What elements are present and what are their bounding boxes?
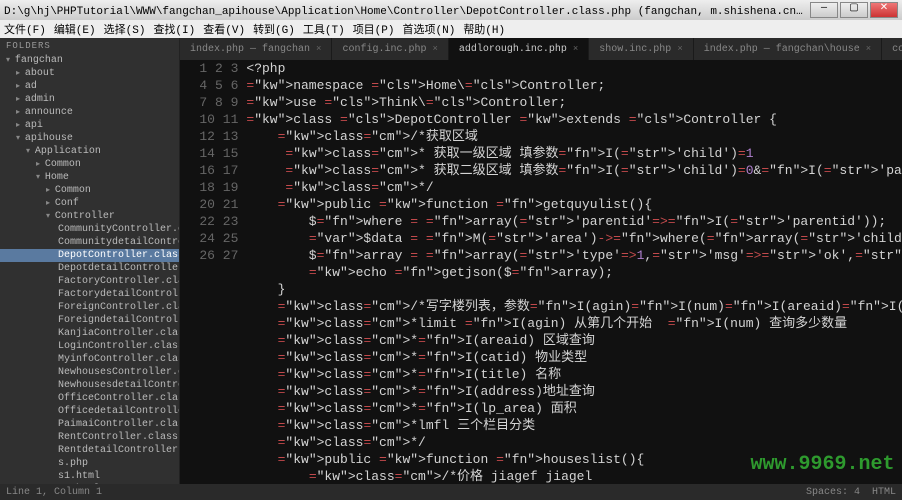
file-item[interactable]: FactoryController.class.php bbox=[0, 275, 179, 288]
editor-pane: index.php — fangchan×config.inc.php×addl… bbox=[180, 38, 902, 484]
folder-item[interactable]: announce bbox=[0, 106, 179, 119]
file-item[interactable]: PaimaiController.class.php bbox=[0, 418, 179, 431]
folder-item[interactable]: ad bbox=[0, 80, 179, 93]
editor-tab[interactable]: config.php× bbox=[882, 38, 902, 60]
folder-item[interactable]: Common bbox=[0, 184, 179, 197]
code-lines[interactable]: <?php ="kw">namespace ="cls">Home\="cls"… bbox=[246, 60, 902, 484]
file-item[interactable]: RentdetailController.class.php bbox=[0, 444, 179, 457]
tab-label: addlorough.inc.php bbox=[459, 44, 567, 55]
file-item[interactable]: s1.html bbox=[0, 470, 179, 483]
close-icon[interactable]: × bbox=[677, 44, 682, 54]
maximize-button[interactable]: ▢ bbox=[840, 2, 868, 18]
close-icon[interactable]: × bbox=[432, 44, 437, 54]
minimize-button[interactable]: — bbox=[810, 2, 838, 18]
file-item[interactable]: OfficeController.class.php bbox=[0, 392, 179, 405]
close-button[interactable]: ✕ bbox=[870, 2, 898, 18]
window-titlebar: D:\g\hj\PHPTutorial\WWW\fangchan_apihous… bbox=[0, 0, 902, 20]
close-icon[interactable]: × bbox=[316, 44, 321, 54]
folder-item[interactable]: api bbox=[0, 119, 179, 132]
editor-tab[interactable]: addlorough.inc.php × bbox=[449, 38, 589, 60]
file-item[interactable]: FactorydetailController.class.php bbox=[0, 288, 179, 301]
menubar: 文件(F) 编辑(E) 选择(S) 查找(I) 查看(V) 转到(G) 工具(T) 项目(P)… bbox=[0, 20, 902, 38]
statusbar: Line 1, Column 1 Spaces: 4 HTML bbox=[0, 484, 902, 500]
folder-tree: fangchanaboutadadminannounceapiapihouseA… bbox=[0, 54, 179, 484]
file-item[interactable]: MyinfoController.class.php bbox=[0, 353, 179, 366]
menu-item[interactable]: 帮助(H) bbox=[463, 21, 505, 37]
folder-item[interactable]: apihouse bbox=[0, 132, 179, 145]
menu-item[interactable]: 编辑(E) bbox=[54, 21, 96, 37]
file-item[interactable]: DepotdetailController.class.php bbox=[0, 262, 179, 275]
file-item[interactable]: ForeigndetailController.class.php bbox=[0, 314, 179, 327]
folder-item[interactable]: Common bbox=[0, 158, 179, 171]
file-item[interactable]: OfficedetailController.class.php bbox=[0, 405, 179, 418]
tab-label: show.inc.php bbox=[599, 44, 671, 55]
close-icon[interactable]: × bbox=[573, 44, 578, 54]
editor-tab[interactable]: show.inc.php × bbox=[589, 38, 693, 60]
menu-item[interactable]: 项目(P) bbox=[353, 21, 395, 37]
file-item[interactable]: NewhousesController.class.php bbox=[0, 366, 179, 379]
tab-label: index.php — fangchan bbox=[190, 44, 310, 55]
tab-label: config.inc.php bbox=[342, 44, 426, 55]
tab-label: config.php bbox=[892, 44, 902, 55]
status-language[interactable]: HTML bbox=[872, 487, 896, 498]
folder-item[interactable]: Conf bbox=[0, 197, 179, 210]
folder-item[interactable]: Controller bbox=[0, 210, 179, 223]
menu-item[interactable]: 查看(V) bbox=[203, 21, 245, 37]
file-item[interactable]: KanjiaController.class.php bbox=[0, 327, 179, 340]
folder-item[interactable]: Home bbox=[0, 171, 179, 184]
file-item[interactable]: CommunityController.class.php bbox=[0, 223, 179, 236]
window-title: D:\g\hj\PHPTutorial\WWW\fangchan_apihous… bbox=[4, 2, 808, 18]
file-item[interactable]: ForeignController.class.php bbox=[0, 301, 179, 314]
menu-item[interactable]: 查找(I) bbox=[153, 21, 195, 37]
file-item[interactable]: RentController.class.php bbox=[0, 431, 179, 444]
sidebar-title: FOLDERS bbox=[0, 38, 179, 54]
menu-item[interactable]: 工具(T) bbox=[303, 21, 345, 37]
folder-item[interactable]: fangchan bbox=[0, 54, 179, 67]
editor-tab[interactable]: index.php — fangchan × bbox=[180, 38, 332, 60]
file-item[interactable]: LoginController.class.php bbox=[0, 340, 179, 353]
menu-item[interactable]: 转到(G) bbox=[253, 21, 295, 37]
code-area[interactable]: 1 2 3 4 5 6 7 8 9 10 11 12 13 14 15 16 1… bbox=[180, 60, 902, 484]
folder-item[interactable]: admin bbox=[0, 93, 179, 106]
file-item[interactable]: NewhousesdetailController.class.php bbox=[0, 379, 179, 392]
menu-item[interactable]: 文件(F) bbox=[4, 21, 46, 37]
folder-item[interactable]: about bbox=[0, 67, 179, 80]
editor-tab[interactable]: index.php — fangchan\house × bbox=[694, 38, 882, 60]
sidebar: FOLDERS fangchanaboutadadminannounceapia… bbox=[0, 38, 180, 484]
status-spaces[interactable]: Spaces: 4 bbox=[806, 487, 860, 498]
status-position: Line 1, Column 1 bbox=[6, 487, 102, 498]
file-item[interactable]: s.php bbox=[0, 457, 179, 470]
editor-tab[interactable]: config.inc.php × bbox=[332, 38, 448, 60]
folder-item[interactable]: Application bbox=[0, 145, 179, 158]
close-icon[interactable]: × bbox=[866, 44, 871, 54]
tab-label: index.php — fangchan\house bbox=[704, 44, 860, 55]
file-item[interactable]: DepotController.class.php bbox=[0, 249, 179, 262]
tab-bar: index.php — fangchan×config.inc.php×addl… bbox=[180, 38, 902, 60]
file-item[interactable]: CommunitydetailController.class.php bbox=[0, 236, 179, 249]
menu-item[interactable]: 首选项(N) bbox=[403, 21, 456, 37]
menu-item[interactable]: 选择(S) bbox=[104, 21, 146, 37]
line-gutter: 1 2 3 4 5 6 7 8 9 10 11 12 13 14 15 16 1… bbox=[180, 60, 246, 484]
